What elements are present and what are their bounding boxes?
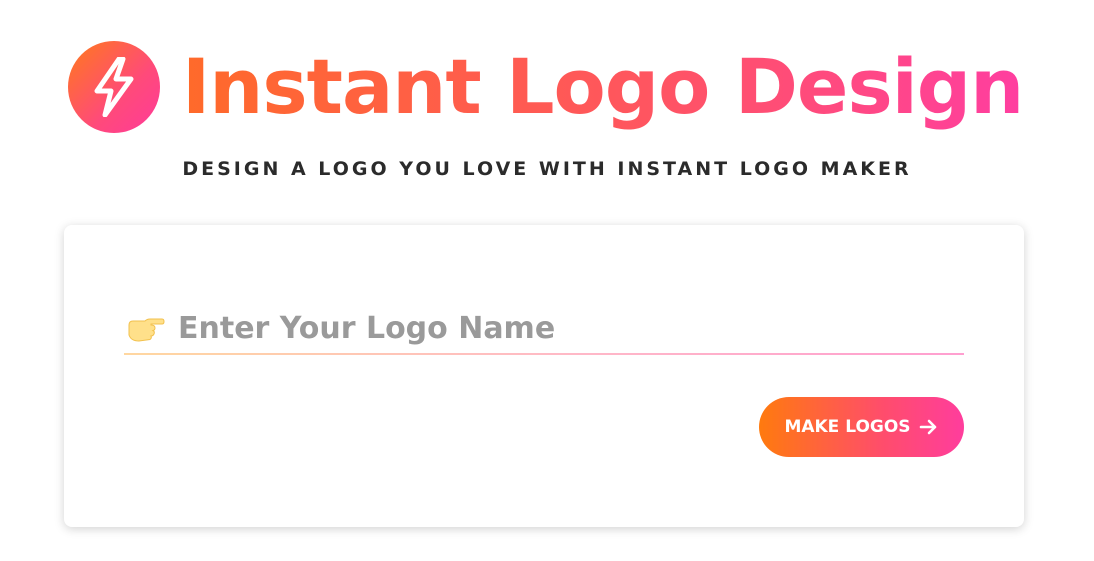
site-title: Instant Logo Design xyxy=(182,40,1024,134)
logo-form-card: MAKE LOGOS xyxy=(64,225,1024,527)
tagline: DESIGN A LOGO YOU LOVE WITH INSTANT LOGO… xyxy=(182,158,912,180)
page: Instant Logo Design DESIGN A LOGO YOU LO… xyxy=(0,0,1094,561)
make-logos-button[interactable]: MAKE LOGOS xyxy=(759,397,964,457)
pointing-hand-icon xyxy=(126,308,166,348)
brand-header: Instant Logo Design xyxy=(68,40,1024,134)
logo-name-input[interactable] xyxy=(178,310,948,346)
input-underline xyxy=(124,353,964,355)
arrow-right-icon xyxy=(919,419,939,435)
logo-name-field xyxy=(124,301,964,355)
lightning-bolt-icon xyxy=(68,41,160,133)
make-logos-label: MAKE LOGOS xyxy=(784,417,911,437)
